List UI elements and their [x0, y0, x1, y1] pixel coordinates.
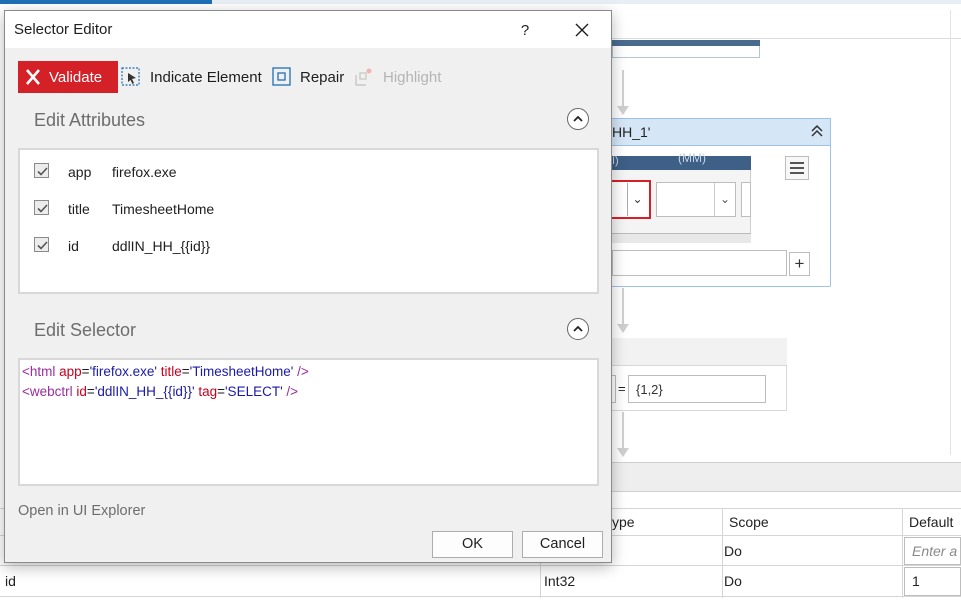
checkmark-icon	[37, 241, 48, 250]
column-header-scope[interactable]: Scope	[729, 514, 769, 530]
attribute-checkbox-title[interactable]	[34, 200, 49, 215]
selector-eq: =	[217, 384, 225, 399]
attributes-list	[18, 148, 599, 294]
selector-value: 'ddlIN_HH_{{id}}'	[94, 384, 195, 399]
selector-tag-close: />	[282, 384, 299, 399]
cancel-button[interactable]: Cancel	[522, 531, 603, 558]
default-value-text: 1	[912, 573, 920, 589]
selector-attr: id	[76, 384, 87, 399]
repair-icon[interactable]	[272, 67, 292, 87]
attribute-checkbox-id[interactable]	[34, 237, 49, 252]
selector-value: 'TimesheetHome'	[189, 364, 294, 379]
assign-activity-header	[606, 338, 787, 366]
target-selector-input[interactable]	[612, 250, 787, 276]
attribute-name: title	[68, 201, 90, 217]
variable-scope-cell[interactable]: Do	[724, 543, 742, 559]
assign-equals: =	[618, 381, 626, 396]
grid-line	[0, 565, 961, 566]
grid-line	[0, 596, 961, 597]
attribute-value: ddlIN_HH_{{id}}	[112, 238, 211, 254]
selector-value: 'SELECT'	[224, 384, 283, 399]
chevron-down-icon: ⌄	[714, 183, 735, 216]
edit-selector-title: Edit Selector	[34, 320, 137, 340]
attribute-checkbox-app[interactable]	[34, 163, 49, 178]
collapse-attributes-button[interactable]	[567, 108, 589, 130]
dialog-title: Selector Editor	[14, 21, 113, 38]
active-tab-indicator	[0, 0, 212, 4]
preview-dropdown-partial	[741, 182, 751, 217]
attribute-name: id	[68, 238, 79, 254]
variables-panel-tabstrip	[612, 462, 961, 492]
selector-eq: =	[81, 364, 90, 379]
chevron-up-icon	[573, 115, 583, 122]
close-icon	[575, 23, 589, 37]
activity-card-title: HH_1'	[612, 124, 651, 140]
selector-line-html: <html app='firefox.exe' title='Timesheet…	[22, 364, 309, 379]
grid-line	[902, 508, 903, 598]
selector-tag: <webctrl	[22, 384, 77, 399]
flow-connector	[622, 412, 624, 448]
preview-col-hh: I)	[612, 155, 619, 167]
validate-x-icon	[24, 66, 42, 88]
chevron-up-icon	[573, 325, 583, 332]
selector-eq: =	[86, 384, 95, 399]
preview-row	[612, 233, 751, 243]
attribute-value: firefox.exe	[112, 164, 177, 180]
designer-divider	[612, 38, 961, 39]
repair-button[interactable]: Repair	[300, 69, 344, 86]
flow-connector	[622, 70, 624, 106]
attribute-name: app	[68, 164, 92, 180]
menu-line	[790, 167, 804, 169]
flow-connector	[622, 288, 624, 324]
plus-icon[interactable]: +	[789, 252, 810, 276]
checkmark-icon	[37, 167, 48, 176]
designer-edge	[950, 10, 951, 455]
chevron-down-icon: ⌄	[627, 183, 647, 216]
checkmark-icon	[37, 204, 48, 213]
collapse-selector-button[interactable]	[567, 318, 589, 340]
indicate-element-button[interactable]: Indicate Element	[150, 69, 262, 86]
selector-line-webctrl: <webctrl id='ddlIN_HH_{{id}}' tag='SELEC…	[22, 384, 298, 399]
selector-attr: app	[59, 364, 82, 379]
flow-arrow-icon	[617, 448, 629, 457]
assign-value-text: {1,2}	[636, 382, 663, 397]
ok-button[interactable]: OK	[432, 531, 513, 558]
highlight-button[interactable]: Highlight	[383, 69, 441, 86]
menu-line	[790, 162, 804, 164]
highlight-icon	[354, 67, 374, 87]
validate-label: Validate	[49, 69, 103, 86]
activity-block-top-header	[612, 40, 760, 46]
variable-scope-cell[interactable]: Do	[724, 573, 742, 589]
column-header-type[interactable]: ype	[612, 514, 635, 530]
preview-col-mm: (MM)	[678, 151, 706, 165]
help-button[interactable]: ?	[514, 20, 536, 42]
flow-arrow-icon	[617, 324, 629, 333]
selector-value: 'firefox.exe'	[89, 364, 157, 379]
flow-arrow-icon	[617, 106, 629, 115]
selector-eq: =	[181, 364, 190, 379]
menu-line	[790, 172, 804, 174]
selector-tag-close: />	[293, 364, 309, 379]
close-button[interactable]	[570, 18, 594, 42]
selector-attr: title	[160, 364, 182, 379]
open-ui-explorer-link[interactable]: Open in UI Explorer	[18, 503, 145, 519]
edit-attributes-title: Edit Attributes	[34, 110, 146, 130]
attribute-value: TimesheetHome	[112, 201, 215, 217]
indicate-element-icon[interactable]	[121, 67, 141, 87]
default-value-placeholder: Enter a	[912, 543, 958, 559]
variable-name-cell[interactable]: id	[5, 573, 16, 589]
selector-tag: <html	[22, 364, 60, 379]
grid-line	[722, 508, 723, 598]
variable-type-cell[interactable]: Int32	[544, 573, 575, 589]
collapse-chevron-icon[interactable]	[810, 124, 824, 141]
column-header-default[interactable]: Default	[909, 514, 953, 530]
selector-attr: tag	[198, 384, 218, 399]
